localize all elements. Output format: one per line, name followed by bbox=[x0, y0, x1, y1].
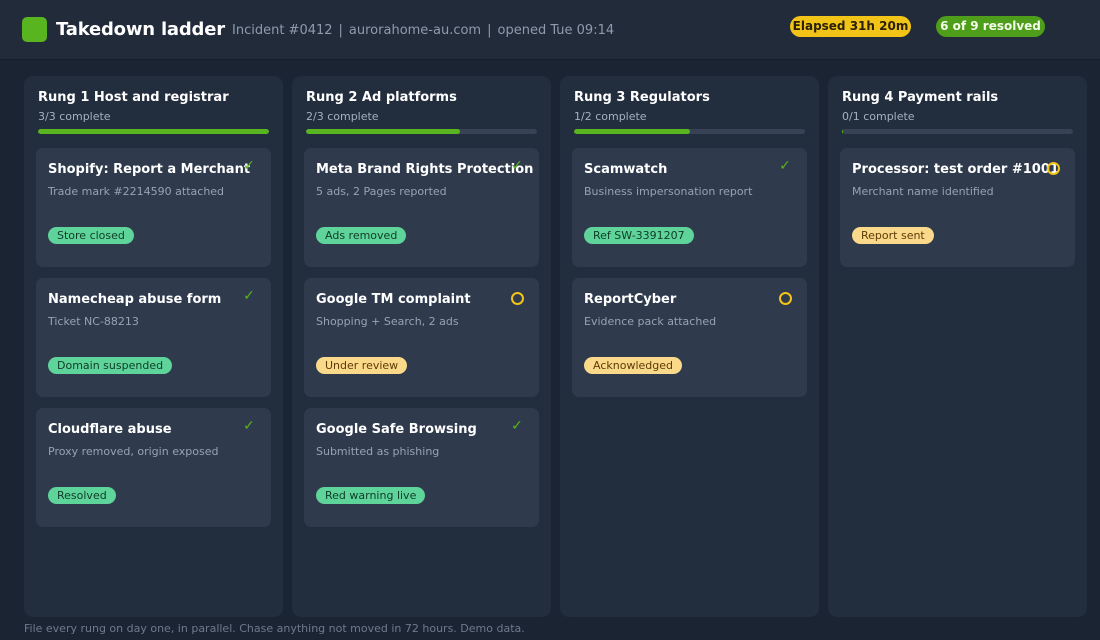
rung-progress-label: 0/1 complete bbox=[842, 110, 915, 123]
card-title: Namecheap abuse form bbox=[48, 292, 222, 307]
rung-title: Rung 2 Ad platforms bbox=[306, 90, 457, 105]
rung-column-3: Rung 3 Regulators 1/2 complete Scamwatch Bu… bbox=[560, 76, 819, 617]
incident-opened: opened Tue 09:14 bbox=[497, 23, 615, 38]
card-title: Meta Brand Rights Protection bbox=[316, 162, 534, 177]
meta-separator: | bbox=[487, 23, 492, 38]
card-detail: 5 ads, 2 Pages reported bbox=[316, 185, 447, 198]
rung-progress-fill bbox=[306, 129, 461, 134]
incident-number: Incident #0412 bbox=[232, 23, 333, 38]
takedown-card[interactable]: Google Safe Browsing Submitted as phishin… bbox=[304, 408, 539, 527]
takedown-card[interactable]: Processor: test order #1001 Merchant name… bbox=[840, 148, 1075, 267]
resolved-count-badge: 6 of 9 resolved bbox=[936, 16, 1045, 37]
check-icon: ✓ bbox=[511, 158, 523, 174]
top-bar: Takedown ladder Incident #0412 | aurorahom… bbox=[0, 0, 1100, 60]
card-detail: Trade mark #2214590 attached bbox=[48, 185, 225, 198]
rung-progress-fill bbox=[574, 129, 690, 134]
card-detail: Proxy removed, origin exposed bbox=[48, 445, 219, 458]
status-badge: Ref SW-3391207 bbox=[584, 227, 694, 244]
status-badge: Acknowledged bbox=[584, 357, 682, 374]
card-title: ReportCyber bbox=[584, 292, 677, 307]
rung-progress-bar bbox=[574, 129, 805, 134]
incident-domain: aurorahome-au.com bbox=[348, 23, 482, 38]
takedown-card[interactable]: ReportCyber Evidence pack attached Acknowl… bbox=[572, 278, 807, 397]
rung-progress-label: 1/2 complete bbox=[574, 110, 647, 123]
rung-progress-fill bbox=[842, 129, 844, 134]
check-icon: ✓ bbox=[511, 418, 523, 434]
elapsed-badge: Elapsed 31h 20m bbox=[790, 16, 911, 37]
status-badge: Red warning live bbox=[316, 487, 426, 504]
footer-note: File every rung on day one, in parallel.… bbox=[24, 622, 525, 635]
rung-title: Rung 3 Regulators bbox=[574, 90, 710, 105]
card-title: Cloudflare abuse bbox=[48, 422, 172, 437]
card-detail: Business impersonation report bbox=[584, 185, 753, 198]
takedown-card[interactable]: Namecheap abuse form Ticket NC-88213 ✓ Doma… bbox=[36, 278, 271, 397]
card-title: Google Safe Browsing bbox=[316, 422, 477, 437]
card-title: Shopify: Report a Merchant bbox=[48, 162, 251, 177]
card-title: Processor: test order #1001 bbox=[852, 162, 1059, 177]
rung-title: Rung 4 Payment rails bbox=[842, 90, 999, 105]
card-detail: Ticket NC-88213 bbox=[48, 315, 139, 328]
rung-progress-bar bbox=[842, 129, 1073, 134]
rung-progress-label: 3/3 complete bbox=[38, 110, 111, 123]
check-icon: ✓ bbox=[243, 288, 255, 304]
card-detail: Submitted as phishing bbox=[316, 445, 440, 458]
status-badge: Report sent bbox=[852, 227, 934, 244]
meta-separator: | bbox=[338, 23, 343, 38]
card-title: Google TM complaint bbox=[316, 292, 471, 307]
check-icon: ✓ bbox=[243, 418, 255, 434]
status-badge: Resolved bbox=[48, 487, 116, 504]
card-detail: Evidence pack attached bbox=[584, 315, 717, 328]
rung-progress-bar bbox=[38, 129, 269, 134]
takedown-card[interactable]: Cloudflare abuse Proxy removed, origin ex… bbox=[36, 408, 271, 527]
rung-title: Rung 1 Host and registrar bbox=[38, 90, 229, 105]
card-detail: Shopping + Search, 2 ads bbox=[316, 315, 459, 328]
status-badge: Domain suspended bbox=[48, 357, 173, 374]
rung-progress-bar bbox=[306, 129, 537, 134]
card-detail: Merchant name identified bbox=[852, 185, 994, 198]
rung-progress-fill bbox=[38, 129, 269, 134]
check-icon: ✓ bbox=[779, 158, 791, 174]
card-title: Scamwatch bbox=[584, 162, 668, 177]
pending-circle-icon bbox=[779, 292, 792, 305]
app-logo bbox=[22, 17, 47, 42]
status-badge: Ads removed bbox=[316, 227, 407, 244]
check-icon: ✓ bbox=[243, 158, 255, 174]
takedown-card[interactable]: Shopify: Report a Merchant Trade mark #22… bbox=[36, 148, 271, 267]
rung-column-4: Rung 4 Payment rails 0/1 complete Processo… bbox=[828, 76, 1087, 617]
takedown-card[interactable]: Meta Brand Rights Protection 5 ads, 2 Pag… bbox=[304, 148, 539, 267]
takedown-card[interactable]: Scamwatch Business impersonation report ✓ R… bbox=[572, 148, 807, 267]
pending-circle-icon bbox=[1047, 162, 1060, 175]
status-badge: Store closed bbox=[48, 227, 134, 244]
rung-column-2: Rung 2 Ad platforms 2/3 complete Meta Bran… bbox=[292, 76, 551, 617]
pending-circle-icon bbox=[511, 292, 524, 305]
incident-meta: Incident #0412 | aurorahome-au.com | opened … bbox=[232, 23, 614, 38]
rung-progress-label: 2/3 complete bbox=[306, 110, 379, 123]
rung-column-1: Rung 1 Host and registrar 3/3 complete Sho… bbox=[24, 76, 283, 617]
takedown-card[interactable]: Google TM complaint Shopping + Search, 2 … bbox=[304, 278, 539, 397]
page-title: Takedown ladder bbox=[56, 19, 225, 40]
status-badge: Under review bbox=[316, 357, 408, 374]
